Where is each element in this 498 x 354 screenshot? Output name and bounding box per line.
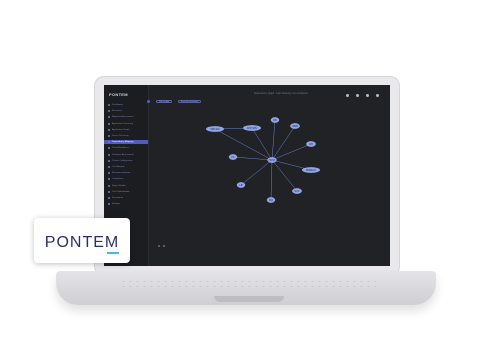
- laptop-hinge: [214, 296, 284, 302]
- graph-node[interactable]: API: [306, 141, 316, 147]
- graph-node[interactable]: NODE-07: [301, 167, 320, 173]
- graph-node[interactable]: SVC: [292, 188, 302, 194]
- dependency-graph[interactable]: SRV-001 APP-SRV DB WEB API NODE-07 SVC MQ LB FS HO…: [104, 85, 390, 266]
- graph-node-label: WEB: [292, 125, 298, 128]
- brand-logo: PONTEM: [44, 234, 120, 251]
- graph-edge: [270, 159, 273, 201]
- graph-edge: [240, 159, 273, 186]
- graph-edge: [214, 128, 273, 161]
- graph-edge: [251, 127, 273, 161]
- laptop-screen: PONTEM Dashboard Resources Migration Asses…: [104, 85, 390, 266]
- graph-node-label: NODE-07: [306, 169, 317, 172]
- graph-edge: [271, 119, 276, 161]
- graph-node[interactable]: MQ: [266, 197, 276, 203]
- graph-node[interactable]: FS: [228, 154, 238, 160]
- zoom-out-icon[interactable]: [163, 245, 165, 247]
- graph-edge: [232, 156, 273, 161]
- graph-node-label: MQ: [269, 199, 273, 202]
- brand-card: PONTEM: [34, 218, 130, 263]
- zoom-in-icon[interactable]: [158, 245, 160, 247]
- graph-node[interactable]: SRV-001: [206, 126, 225, 132]
- graph-node[interactable]: APP-SRV: [242, 125, 261, 131]
- graph-edge: [271, 125, 296, 161]
- graph-node-label: HOST: [269, 159, 276, 162]
- graph-edge: [271, 143, 312, 161]
- graph-edge: [271, 159, 298, 192]
- graph-node[interactable]: DB: [270, 117, 280, 123]
- brand-accent-bar: [107, 252, 119, 254]
- graph-center-node[interactable]: HOST: [267, 157, 277, 163]
- keyboard: [120, 279, 376, 291]
- graph-node-label: SVC: [295, 190, 300, 193]
- graph-node[interactable]: LB: [236, 182, 246, 188]
- graph-node-label: DB: [273, 119, 277, 122]
- graph-node-label: APP-SRV: [247, 127, 258, 130]
- graph-node-label: FS: [231, 156, 234, 159]
- graph-node-label: LB: [240, 184, 243, 187]
- graph-node-label: API: [309, 143, 313, 146]
- graph-node[interactable]: WEB: [290, 123, 300, 129]
- graph-node-label: SRV-001: [210, 128, 220, 131]
